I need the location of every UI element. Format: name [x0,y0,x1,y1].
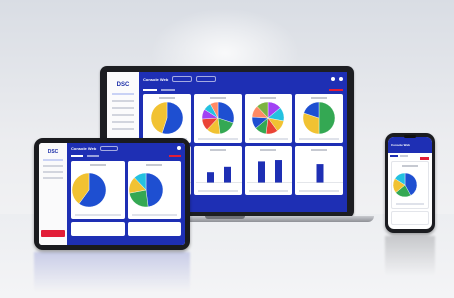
bar [274,160,282,183]
phone: Console Web [385,133,435,233]
tablet: DSC Console Web [34,138,190,250]
pie-chart-card[interactable] [71,161,125,219]
chart-legend [396,203,424,205]
pie-slice [318,101,336,135]
app-title: Console Web [71,145,97,151]
bar [223,166,231,183]
card-title [146,164,163,166]
user-icon[interactable] [177,146,181,150]
tablet-main: Console Web [67,143,185,245]
chart-legend [248,138,289,140]
sidebar-action-button[interactable] [41,230,65,237]
bar-chart-card[interactable] [295,146,343,195]
pie-chart-card[interactable] [391,161,429,209]
sidebar-item-dashboard[interactable] [112,93,134,95]
top-bar: Console Web [139,72,347,86]
phone-camera [404,135,416,138]
user-icon[interactable] [339,77,343,81]
app-title: Console Web [391,143,410,147]
summary-card[interactable] [71,222,125,236]
action-button[interactable] [420,157,429,160]
pie-chart [71,172,107,208]
sidebar-item[interactable] [43,171,63,173]
pie-chart [252,101,285,135]
brand-logo: DSC [116,82,130,88]
pie-chart [302,101,336,135]
tablet-reflection [34,252,190,292]
summary-card [391,211,429,225]
pie-chart [150,101,184,135]
pie-chart-card[interactable] [127,161,181,219]
chart-legend [131,214,177,216]
bar-chart [246,160,293,183]
filter-select[interactable] [172,76,193,82]
bar [206,172,214,183]
sidebar-item[interactable] [112,107,134,109]
action-button[interactable] [329,89,343,91]
top-bar: Console Web [388,137,432,153]
card-title [311,149,328,151]
bar [257,161,265,183]
chart-legend [299,138,339,140]
tab-bar [67,153,185,159]
tablet-screen: DSC Console Web [39,143,185,245]
notification-icon[interactable] [331,77,335,81]
card-title [209,97,226,99]
tab-bar [139,86,347,94]
pie-slice [145,172,163,208]
chart-legend [248,190,289,192]
bar-chart [195,166,242,183]
laptop-notch [205,216,245,219]
sidebar-item[interactable] [43,177,63,179]
card-title [260,149,277,151]
app-title: Console Web [143,76,169,82]
sidebar-item[interactable] [112,128,134,130]
phone-reflection [385,236,435,276]
card-title [311,97,328,99]
dashboard-grid [71,161,181,236]
tablet-sidebar: DSC [39,143,68,245]
pie-chart-card[interactable] [143,94,191,143]
pie-chart-card[interactable] [244,94,293,143]
top-bar: Console Web [67,143,185,153]
sidebar-item[interactable] [112,114,134,116]
phone-screen: Console Web [388,137,432,229]
pie-chart-card[interactable] [193,94,242,143]
chart-legend [75,214,121,216]
sidebar-item-dashboard[interactable] [43,159,63,161]
sidebar-item[interactable] [112,100,134,102]
dashboard-list [388,161,432,209]
card-title [158,97,175,99]
brand-logo: DSC [47,149,59,155]
card-title [260,97,277,99]
tab-details[interactable] [161,89,175,91]
pie-chart [392,172,418,198]
filter-select[interactable] [100,145,119,151]
summary-card[interactable] [127,222,181,236]
date-select[interactable] [196,76,217,82]
pie-chart-card[interactable] [295,94,343,143]
sidebar-item[interactable] [112,121,134,123]
chart-legend [299,190,339,192]
tab-details[interactable] [400,155,408,157]
tab-overview[interactable] [71,155,83,157]
card-title [402,165,418,167]
chart-legend [197,138,238,140]
tab-details[interactable] [87,155,99,157]
tab-overview[interactable] [390,155,398,157]
tab-overview[interactable] [143,89,157,91]
action-button[interactable] [169,155,181,157]
bar-chart-card[interactable] [244,146,293,195]
card-title [209,149,226,151]
card-title [89,164,106,166]
pie-chart [201,101,234,135]
bar-chart [297,164,343,183]
bar-chart-card[interactable] [193,146,242,195]
pie-chart [128,172,163,208]
chart-legend [197,190,238,192]
sidebar-item[interactable] [43,165,63,167]
bar [316,164,324,183]
